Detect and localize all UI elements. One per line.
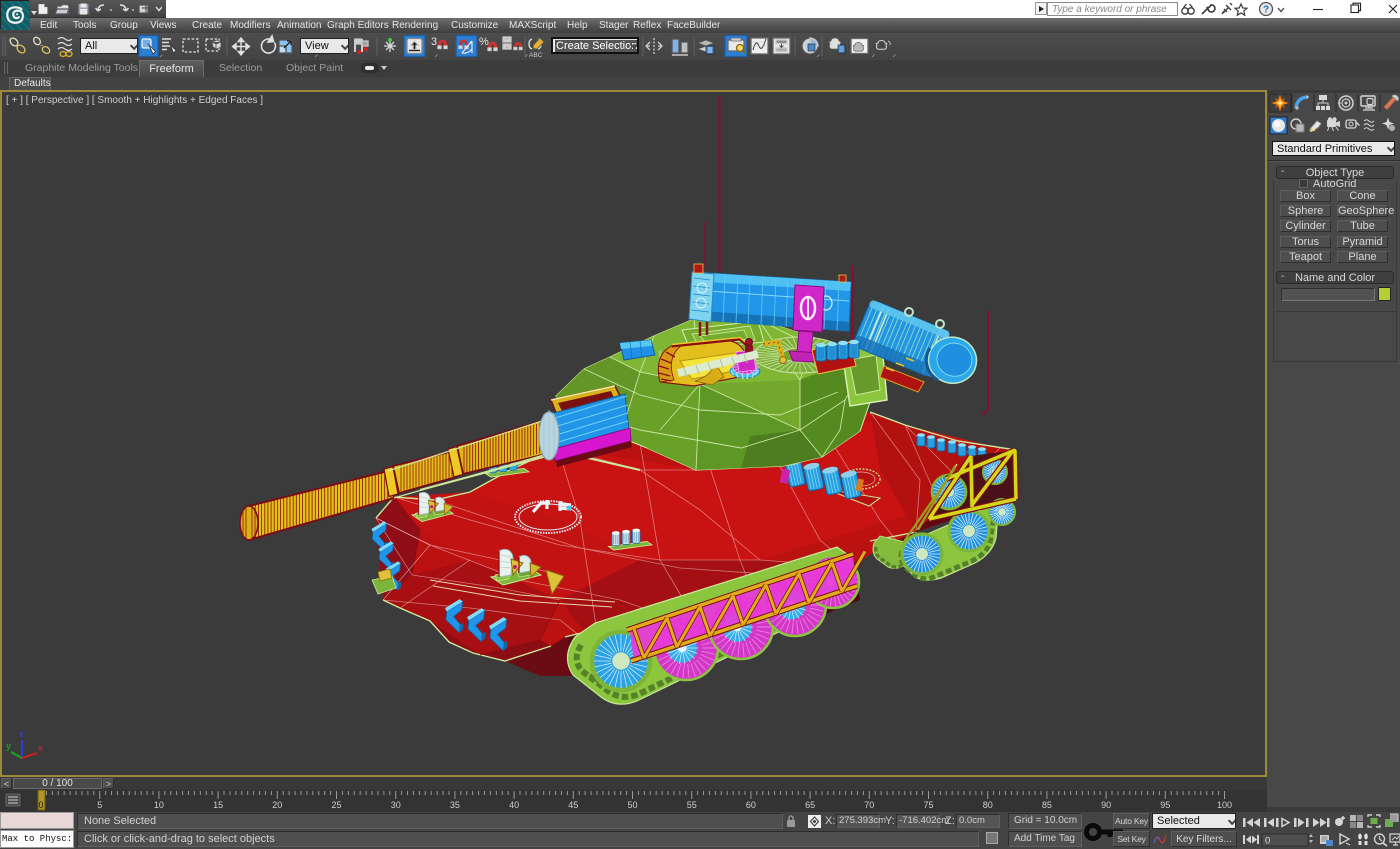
svg-text:%: % — [479, 36, 489, 48]
svg-text:45: 45 — [568, 800, 578, 810]
svg-text:55: 55 — [687, 800, 697, 810]
svg-text:3: 3 — [431, 36, 437, 48]
svg-text:ABC: ABC — [529, 52, 543, 59]
svg-text:70: 70 — [864, 800, 874, 810]
svg-text:40: 40 — [509, 800, 519, 810]
svg-text:100: 100 — [1217, 800, 1232, 810]
svg-text:5: 5 — [97, 800, 102, 810]
svg-text:60: 60 — [746, 800, 756, 810]
svg-text:85: 85 — [1042, 800, 1052, 810]
svg-text:15: 15 — [213, 800, 223, 810]
svg-text:x: x — [38, 743, 43, 753]
svg-text:z: z — [19, 729, 24, 739]
svg-text:75: 75 — [923, 800, 933, 810]
svg-text:20: 20 — [272, 800, 282, 810]
svg-text:30: 30 — [391, 800, 401, 810]
svg-text:y: y — [6, 741, 11, 751]
svg-text:?: ? — [1263, 5, 1269, 16]
svg-text:95: 95 — [1160, 800, 1170, 810]
svg-text:0: 0 — [1265, 836, 1270, 847]
svg-text:0: 0 — [38, 800, 43, 810]
svg-text:90: 90 — [1101, 800, 1111, 810]
svg-text:80: 80 — [983, 800, 993, 810]
svg-text:25: 25 — [331, 800, 341, 810]
svg-text:50: 50 — [627, 800, 637, 810]
svg-text:35: 35 — [450, 800, 460, 810]
svg-text:65: 65 — [805, 800, 815, 810]
svg-text:10: 10 — [154, 800, 164, 810]
